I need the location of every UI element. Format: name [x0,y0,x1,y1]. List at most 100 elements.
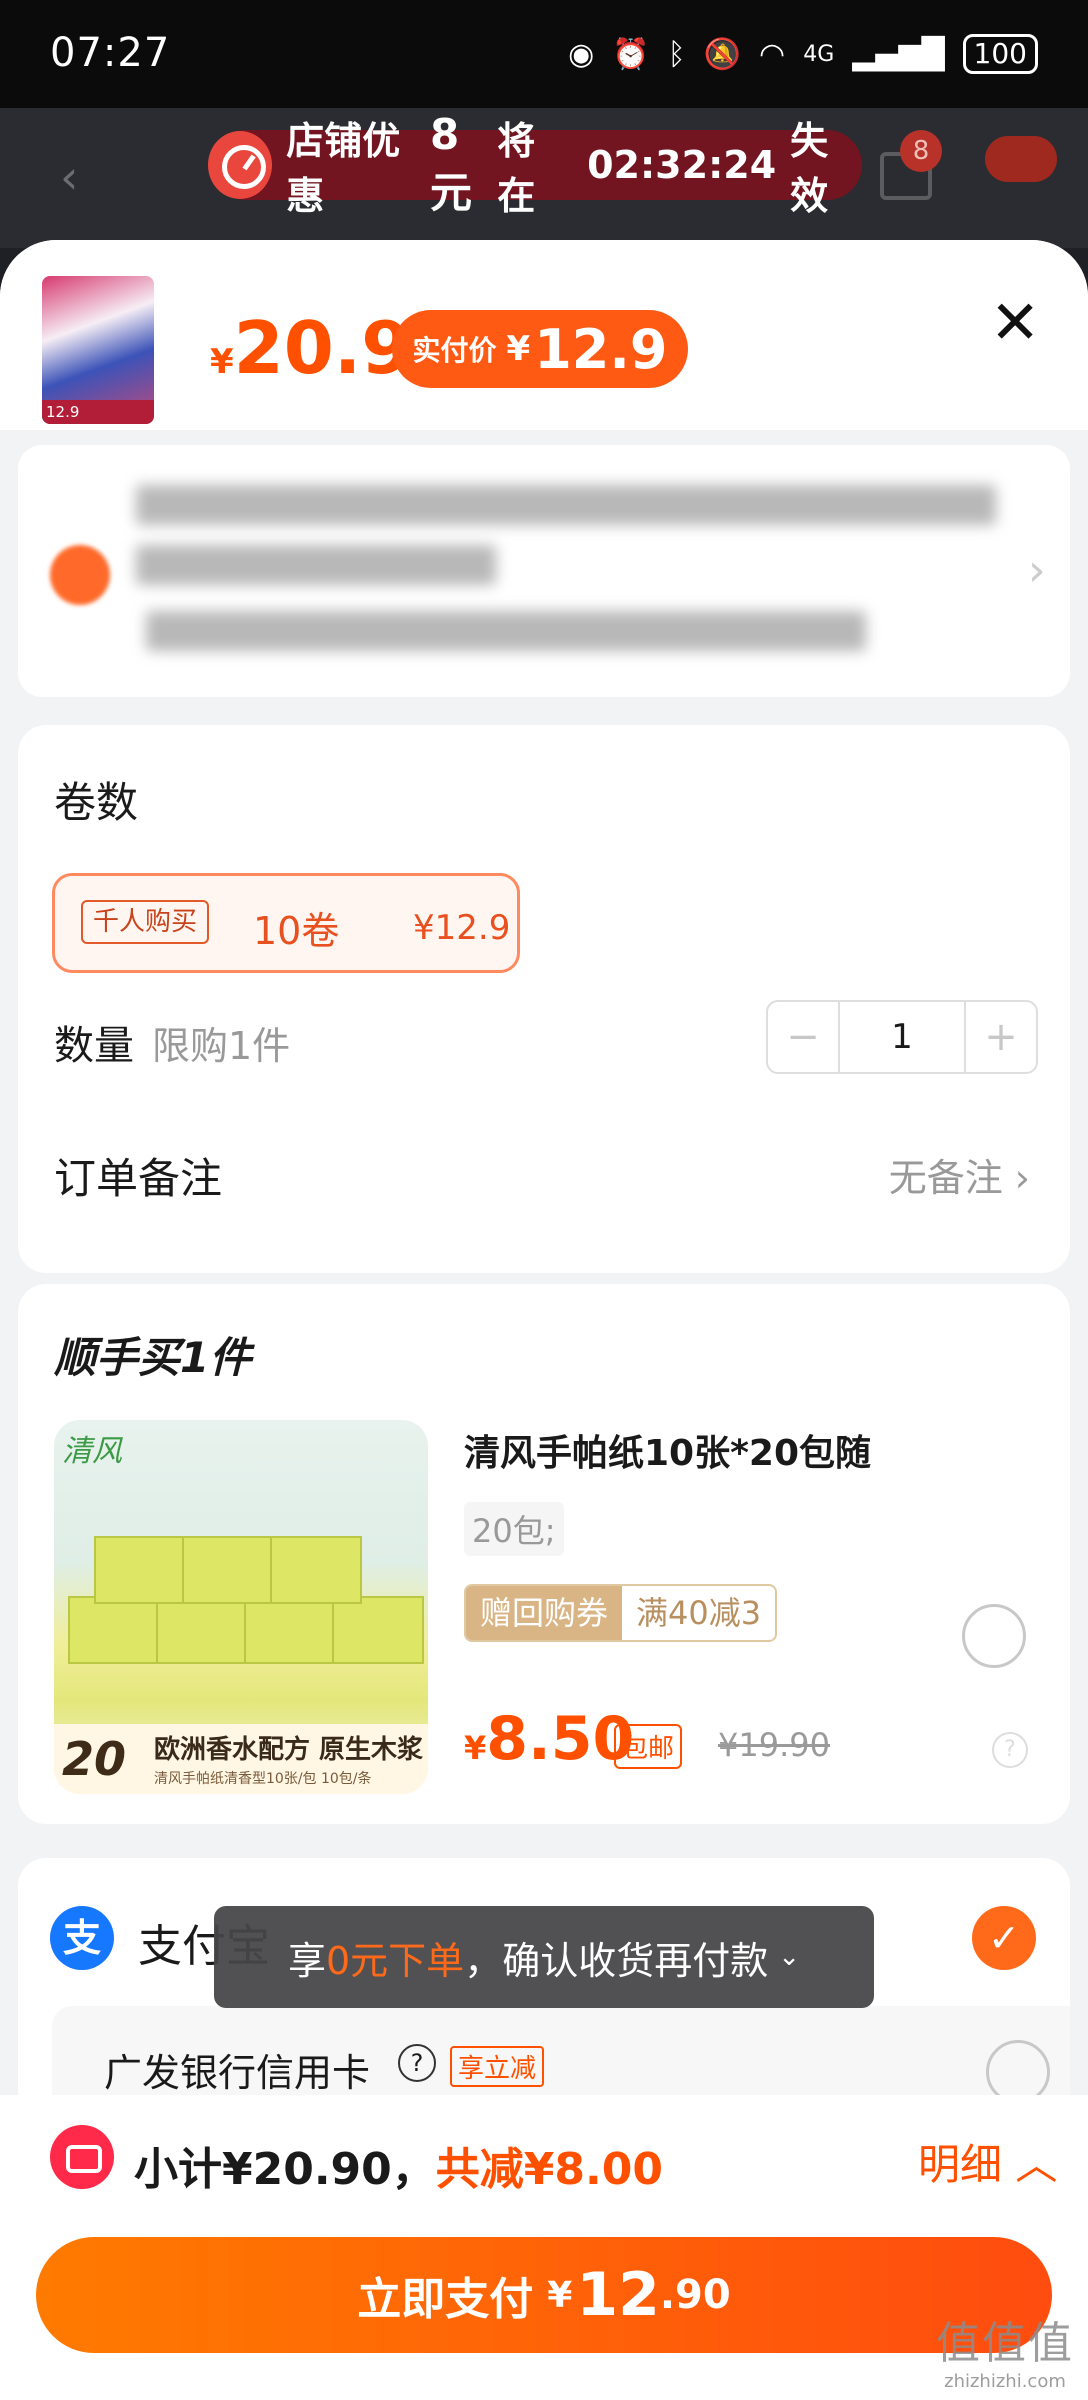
address-line-3 [146,611,866,651]
quantity-label: 数量 [54,1023,134,1069]
alipay-icon: 支 [50,1906,114,1970]
addon-spec: 20包; [464,1502,564,1556]
free-shipping-badge: 包邮 [614,1724,683,1769]
tissue-pack [182,1536,274,1604]
price-currency: ¥ [210,342,234,382]
tissue-pack [156,1596,248,1664]
addon-coupon: 赠回购券 满40减3 [464,1584,778,1642]
coupon-threshold: 满40减3 [636,1594,762,1632]
address-line-2 [136,545,496,585]
address-line-1 [136,485,996,525]
pay-button-label: 立即支付 [357,2274,534,2325]
site-watermark: 值值值 zhizhizhi.com [936,2307,1074,2392]
quantity-stepper[interactable]: − 1 + [766,1000,1038,1074]
addon-image-banner: 20 欧洲香水配方 原生木浆 清风手帕纸清香型10张/包 10包/条 [54,1724,428,1794]
promo-amount: 8元 [429,110,472,217]
pay-now-button[interactable]: 立即支付 ¥12.90 [36,2237,1052,2353]
addon-title: 顺手买1件 [54,1333,252,1382]
alarm-icon: ⏰ [612,36,650,72]
checkout-sheet: 12.9 ¥20.9 实付价 ¥ 12.9 ✕ › 卷数 千人购买 10卷 ¥1… [0,240,1088,2400]
promo-countdown: 02:32:24 [587,143,777,187]
chevron-right-icon: › [1028,545,1046,596]
addon-price: ¥8.50 [464,1704,634,1774]
addon-image-subtext: 清风手帕纸清香型10张/包 10包/条 [154,1771,372,1787]
status-icons: ◉ ⏰ ᛒ 🔕 ◠ 4G ▂▄▆█ 100 [568,34,1038,74]
tissue-pack [332,1596,424,1664]
addon-product-image[interactable]: 清风 20 欧洲香水配方 原生木浆 清风手帕纸清香型10张/包 10包/条 [54,1420,428,1794]
tissue-pack [244,1596,336,1664]
roll-count-title: 卷数 [54,778,139,827]
wifi-icon: ◠ [759,36,786,72]
addon-select-radio[interactable] [962,1604,1026,1668]
toast-suffix: ，确认收货再付款 [464,1938,769,1983]
bluetooth-icon: ᛒ [667,36,686,72]
status-time: 07:27 [50,30,171,76]
sku-tag: 千人购买 [81,900,210,944]
checkmark-icon[interactable]: ✓ [972,1906,1036,1970]
checkout-bottom-bar: 小计¥20.90，共减¥8.00 明细 ︿ 立即支付 ¥12.90 值值值 zh… [0,2095,1088,2400]
watermark-sub: zhizhizhi.com [944,2371,1066,2392]
paid-price-value: 12.9 [534,317,668,381]
paid-price-pill: 实付价 ¥ 12.9 [392,310,688,388]
detail-label: 明细 [918,2140,1003,2189]
mute-bell-icon: 🔕 [703,36,742,72]
chevron-down-icon: ⌄ [778,1942,800,1972]
decrement-button[interactable]: − [768,1002,838,1072]
sku-option-10-rolls[interactable]: 千人购买 10卷 ¥12.9 [52,873,520,973]
sku-price: ¥12.9 [413,908,511,948]
product-thumbnail[interactable]: 12.9 [42,276,154,424]
addon-product-name: 清风手帕纸10张*20包随 [464,1433,872,1474]
tissue-pack [68,1596,160,1664]
promo-prefix: 店铺优惠 [286,119,401,218]
paid-price-currency: ¥ [506,329,531,369]
pay-later-toast[interactable]: 享 0元下单 ，确认收货再付款 ⌄ [214,1906,874,2008]
coupon-icon [50,2125,114,2189]
coupon-gift-label: 赠回购券 [466,1586,623,1640]
subtotal-text: 小计¥20.90， [134,2144,436,2195]
tissue-pack [94,1536,186,1604]
promo-suffix: 失效 [790,119,829,218]
cart-badge: 8 [900,130,942,172]
sku-name: 10卷 [253,909,340,953]
tissue-pack [270,1536,362,1604]
question-icon[interactable]: ? [398,2044,436,2082]
quantity-value[interactable]: 1 [838,1002,966,1072]
toast-highlight: 0元下单 [326,1938,465,1983]
network-label: 4G [803,41,835,67]
status-bar: 07:27 ◉ ⏰ ᛒ 🔕 ◠ 4G ▂▄▆█ 100 [0,0,1088,108]
bank-card-label: 广发银行信用卡 [104,2051,371,2095]
eye-icon: ◉ [568,36,595,72]
bank-discount-tag: 享立减 [450,2046,545,2087]
addon-card: 顺手买1件 清风 20 欧洲香水配方 原生木浆 清风手帕纸清香型10张/包 10… [18,1284,1070,1824]
pay-button-currency: ¥ [547,2274,573,2316]
signal-icon: ▂▄▆█ [852,36,945,72]
order-summary: 小计¥20.90，共减¥8.00 [134,2133,663,2197]
promo-countdown-banner: 店铺优惠 8元 将在 02:32:24 失效 [208,110,862,218]
more-icon[interactable] [985,136,1057,182]
chevron-right-icon: › [1014,1156,1030,1200]
close-icon[interactable]: ✕ [990,288,1040,358]
order-note-value[interactable]: 无备注 › [889,1147,1030,1202]
order-note-label[interactable]: 订单备注 [54,1145,222,1206]
product-price: ¥20.9 [210,306,411,390]
price-detail-toggle[interactable]: 明细 ︿ [918,2131,1057,2192]
chevron-up-icon: ︿ [1015,2140,1058,2189]
increment-button[interactable]: + [966,1002,1036,1072]
clock-icon [208,131,273,199]
help-icon[interactable]: ? [992,1732,1028,1768]
paid-price-label: 实付价 [412,334,497,367]
quantity-limit: 限购1件 [152,1024,291,1068]
addon-image-text: 欧洲香水配方 原生木浆 [154,1735,424,1765]
price-value: 20.9 [233,306,412,390]
sheet-header: 12.9 ¥20.9 实付价 ¥ 12.9 ✕ [0,240,1088,430]
order-note-text: 无备注 [888,1156,1003,1200]
pay-button-amount-int: 12 [576,2260,660,2330]
discount-total: 共减¥8.00 [435,2144,663,2195]
battery-icon: 100 [962,34,1038,74]
address-card[interactable]: › [18,445,1070,697]
toast-prefix: 享 [287,1938,326,1983]
addon-original-price: ¥19.90 [718,1726,830,1764]
watermark-main: 值值值 [936,2318,1074,2369]
back-icon[interactable]: ‹ [60,150,78,204]
pay-button-amount-dec: .90 [659,2272,731,2318]
